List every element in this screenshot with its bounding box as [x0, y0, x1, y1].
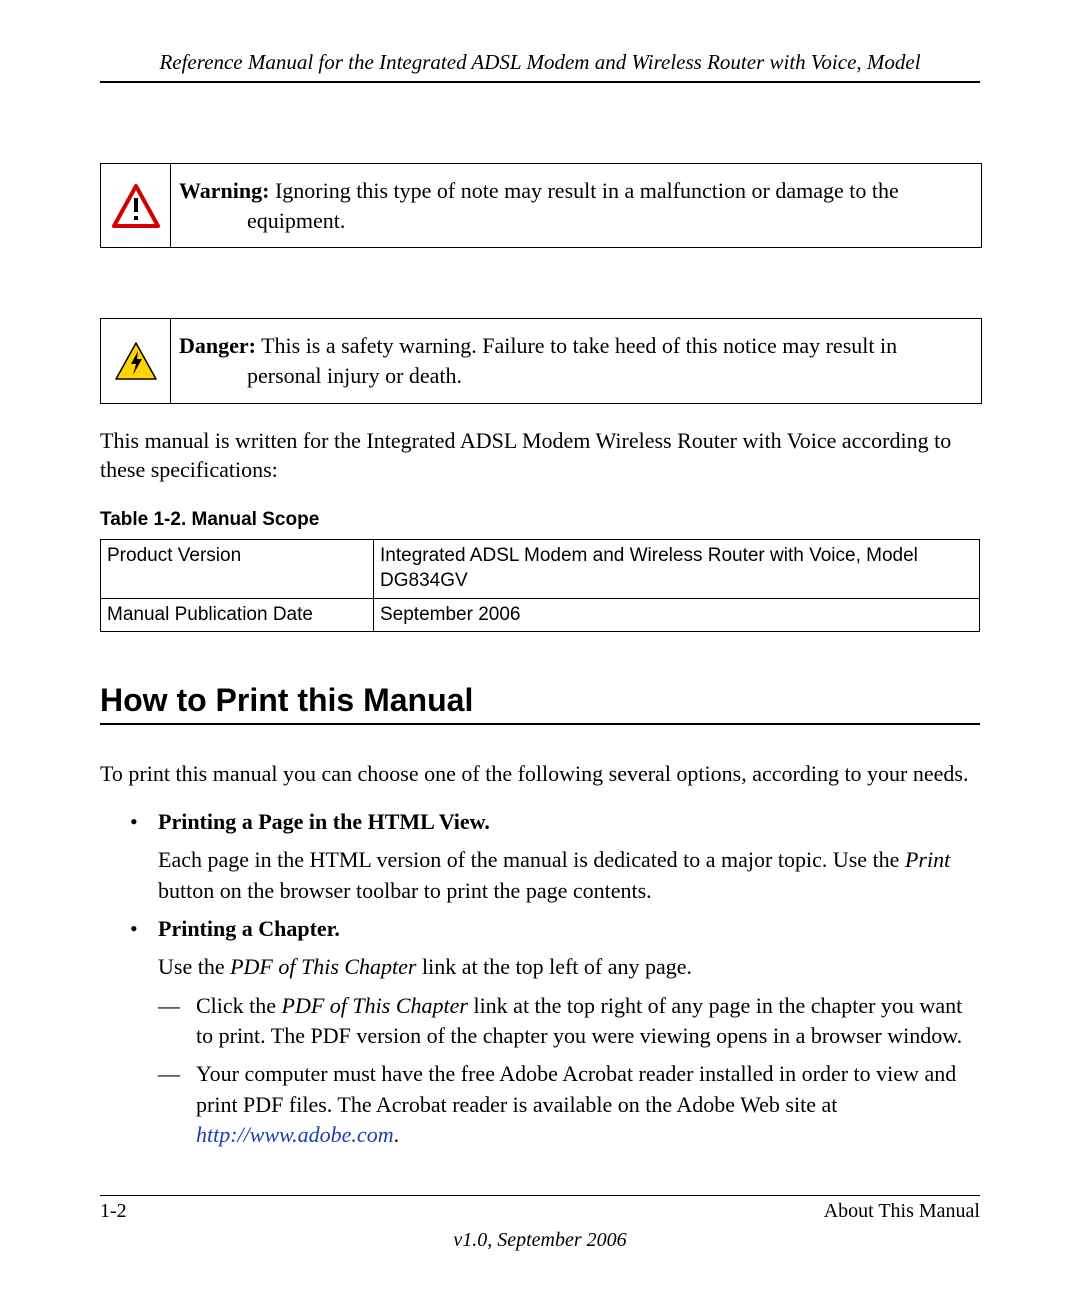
danger-line2: personal injury or death. [179, 361, 965, 391]
warning-line2: equipment. [179, 206, 965, 236]
table-cell-key: Product Version [101, 540, 374, 598]
warning-line1: Ignoring this type of note may result in… [269, 178, 898, 203]
table-cell-key: Manual Publication Date [101, 598, 374, 632]
warning-icon [112, 184, 160, 228]
section-heading: How to Print this Manual [100, 682, 980, 725]
item-body: Use the PDF of This Chapter link at the … [158, 952, 980, 982]
danger-text: Danger: This is a safety warning. Failur… [171, 319, 981, 402]
list-item: Printing a Chapter. Use the PDF of This … [130, 914, 980, 1151]
list-item: Click the PDF of This Chapter link at th… [158, 991, 980, 1052]
emphasis: PDF of This Chapter [282, 993, 468, 1018]
danger-icon [115, 342, 157, 380]
list-item: Your computer must have the free Adobe A… [158, 1059, 980, 1150]
emphasis: Print [905, 847, 950, 872]
warning-icon-cell [101, 164, 171, 247]
table-row: Manual Publication Date September 2006 [101, 598, 980, 632]
danger-icon-cell [101, 319, 171, 402]
emphasis: PDF of This Chapter [230, 954, 416, 979]
table-row: Product Version Integrated ADSL Modem an… [101, 540, 980, 598]
table-caption: Table 1-2. Manual Scope [100, 509, 980, 531]
danger-line1: This is a safety warning. Failure to tak… [256, 333, 897, 358]
danger-label: Danger: [179, 333, 256, 358]
adobe-link[interactable]: http://www.adobe.com [196, 1122, 394, 1147]
running-header: Reference Manual for the Integrated ADSL… [100, 50, 980, 83]
table-cell-value: Integrated ADSL Modem and Wireless Route… [374, 540, 980, 598]
version-line: v1.0, September 2006 [100, 1229, 980, 1252]
chapter-name: About This Manual [824, 1200, 980, 1223]
page-number: 1-2 [100, 1200, 127, 1223]
item-head: Printing a Page in the HTML View. [158, 809, 490, 834]
bullet-list: Printing a Page in the HTML View. Each p… [100, 807, 980, 1151]
list-item: Printing a Page in the HTML View. Each p… [130, 807, 980, 906]
item-body: Each page in the HTML version of the man… [158, 845, 980, 906]
table-cell-value: September 2006 [374, 598, 980, 632]
danger-callout: Danger: This is a safety warning. Failur… [100, 318, 982, 403]
warning-callout: Warning: Ignoring this type of note may … [100, 163, 982, 248]
page-footer: 1-2 About This Manual v1.0, September 20… [100, 1195, 980, 1252]
intro-paragraph: This manual is written for the Integrate… [100, 426, 980, 485]
section-lead: To print this manual you can choose one … [100, 759, 980, 789]
warning-text: Warning: Ignoring this type of note may … [171, 164, 981, 247]
dash-list: Click the PDF of This Chapter link at th… [158, 991, 980, 1151]
page: Reference Manual for the Integrated ADSL… [0, 0, 1080, 1296]
manual-scope-table: Product Version Integrated ADSL Modem an… [100, 539, 980, 632]
warning-label: Warning: [179, 178, 269, 203]
item-head: Printing a Chapter. [158, 916, 340, 941]
